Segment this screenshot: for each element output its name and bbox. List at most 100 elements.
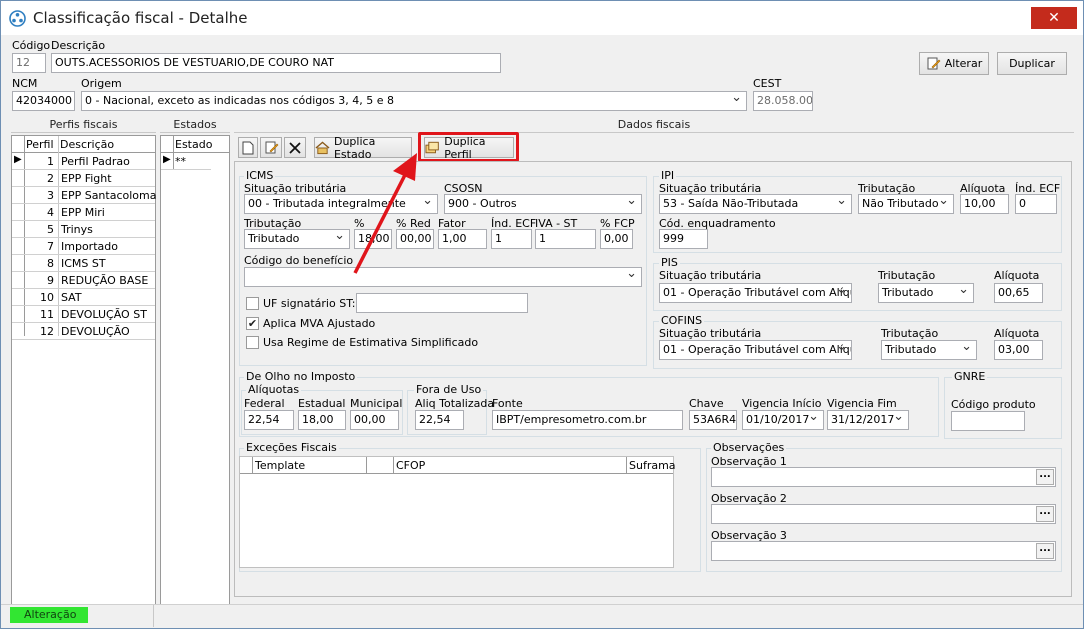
- codigo-label: Código: [12, 39, 51, 52]
- fator-field[interactable]: 1,00: [438, 229, 487, 249]
- cofins-title: COFINS: [659, 314, 705, 327]
- obs3-ellipsis-button[interactable]: ...: [1036, 543, 1054, 559]
- municipal-field[interactable]: 00,00: [350, 410, 399, 430]
- delete-button[interactable]: [284, 137, 306, 158]
- vig-ini-select[interactable]: 01/10/2017: [742, 410, 824, 430]
- aliquotas-title: Alíquotas: [246, 383, 302, 396]
- perfil-desc: DEVOLUÇÃO ST: [61, 308, 147, 321]
- new-doc-button[interactable]: [238, 137, 258, 158]
- estadual-field[interactable]: 18,00: [298, 410, 346, 430]
- alterar-label: Alterar: [944, 57, 983, 70]
- csosn-select[interactable]: 900 - Outros: [444, 194, 642, 214]
- obs2-ellipsis-button[interactable]: ...: [1036, 506, 1054, 522]
- perfis-col-descricao[interactable]: Descrição: [60, 138, 114, 151]
- perfil-row[interactable]: 8 ICMS ST: [12, 255, 155, 272]
- ncm-field[interactable]: 42034000: [12, 91, 75, 111]
- icms-ind-ecf-field[interactable]: 1: [491, 229, 532, 249]
- uf-sig-checkbox[interactable]: [246, 297, 259, 310]
- cofins-sit-select[interactable]: 01 - Operação Tributável com Alíqu: [659, 340, 852, 360]
- federal-field[interactable]: 22,54: [244, 410, 294, 430]
- col-cfop[interactable]: CFOP: [396, 459, 425, 472]
- pis-trib-select[interactable]: Tributado: [878, 283, 974, 303]
- gnre-codigo-field[interactable]: [951, 411, 1025, 431]
- edit-doc-icon: [927, 57, 941, 70]
- enq-field[interactable]: 999: [659, 229, 708, 249]
- obs1-field[interactable]: [711, 467, 1056, 487]
- perfil-desc: Perfil Padrao: [61, 155, 130, 168]
- obs2-field[interactable]: [711, 504, 1056, 524]
- estados-grid: Estado ▶ **: [160, 135, 230, 605]
- cest-field[interactable]: 28.058.00: [753, 91, 813, 111]
- regime-checkbox[interactable]: [246, 336, 259, 349]
- pis-sit-select[interactable]: 01 - Operação Tributável com Alíqu: [659, 283, 852, 303]
- alterar-button[interactable]: Alterar: [919, 52, 989, 75]
- excecoes-grid: Template CFOP Suframa: [239, 456, 676, 568]
- obs1-ellipsis-button[interactable]: ...: [1036, 469, 1054, 485]
- obs3-field[interactable]: [711, 541, 1056, 561]
- close-button[interactable]: ✕: [1031, 7, 1077, 29]
- estados-title: Estados: [160, 118, 230, 133]
- col-suframa[interactable]: Suframa: [629, 459, 676, 472]
- ipi-ind-ecf-field[interactable]: 0: [1015, 194, 1057, 214]
- iva-st-field[interactable]: 1: [535, 229, 596, 249]
- vig-fim-label: Vigencia Fim: [827, 397, 897, 410]
- ipi-aliq-field[interactable]: 10,00: [960, 194, 1009, 214]
- aliq-total-field[interactable]: 22,54: [415, 410, 464, 430]
- vig-fim-select[interactable]: 31/12/2017: [827, 410, 909, 430]
- perfil-row[interactable]: ▶ 1 Perfil Padrao: [12, 153, 155, 170]
- fcp-field[interactable]: 0,00: [600, 229, 633, 249]
- olho-title: De Olho no Imposto: [244, 370, 358, 383]
- codigo-field[interactable]: 12: [12, 53, 46, 73]
- perfil-desc: ICMS ST: [61, 257, 106, 270]
- title-bar: Classificação fiscal - Detalhe ✕: [1, 1, 1083, 35]
- perfil-desc: DEVOLUÇÃO: [61, 325, 130, 338]
- ipi-sit-select[interactable]: 53 - Saída Não-Tributada: [659, 194, 852, 214]
- fonte-label: Fonte: [492, 397, 523, 410]
- duplicar-button[interactable]: Duplicar: [997, 52, 1067, 75]
- perfil-row[interactable]: 7 Importado: [12, 238, 155, 255]
- perfil-num: 4: [47, 206, 54, 219]
- status-mode-badge: Alteração: [10, 607, 88, 623]
- col-template[interactable]: Template: [255, 459, 305, 472]
- perfis-col-perfil[interactable]: Perfil: [26, 138, 54, 151]
- perfil-row[interactable]: 2 EPP Fight: [12, 170, 155, 187]
- descricao-field[interactable]: OUTS.ACESSORIOS DE VESTUARIO,DE COURO NA…: [51, 53, 501, 73]
- perfil-row[interactable]: 3 EPP Santacoloma: [12, 187, 156, 204]
- municipal-label: Municipal: [350, 397, 403, 410]
- origem-select[interactable]: 0 - Nacional, exceto as indicadas nos có…: [81, 91, 747, 111]
- federal-label: Federal: [244, 397, 285, 410]
- uf-sig-field[interactable]: [356, 293, 528, 313]
- mva-label: Aplica MVA Ajustado: [263, 317, 376, 330]
- ipi-trib-select[interactable]: Não Tributado: [858, 194, 954, 214]
- cofins-trib-select[interactable]: Tributado: [881, 340, 977, 360]
- estados-row[interactable]: ▶ **: [161, 153, 211, 170]
- perfil-row[interactable]: 11 DEVOLUÇÃO ST: [12, 306, 155, 323]
- perfil-row[interactable]: 12 DEVOLUÇÃO: [12, 323, 155, 340]
- pis-sit-label: Situação tributária: [659, 269, 762, 282]
- perfil-num: 8: [47, 257, 54, 270]
- dados-title: Dados fiscais: [234, 118, 1074, 133]
- perfil-row[interactable]: 5 Trinys: [12, 221, 155, 238]
- perfil-row[interactable]: 4 EPP Miri: [12, 204, 155, 221]
- edit-doc-button[interactable]: [260, 137, 282, 158]
- beneficio-select[interactable]: [244, 267, 642, 287]
- gnre-codigo-label: Código produto: [951, 398, 1036, 411]
- icms-trib-select[interactable]: Tributado: [244, 229, 350, 249]
- fonte-field[interactable]: IBPT/empresometro.com.br: [492, 410, 683, 430]
- perfil-num: 9: [47, 274, 54, 287]
- pis-aliq-field[interactable]: 00,65: [994, 283, 1043, 303]
- cofins-aliq-field[interactable]: 03,00: [994, 340, 1043, 360]
- perfil-row[interactable]: 10 SAT: [12, 289, 155, 306]
- ipi-title: IPI: [659, 169, 677, 182]
- mva-checkbox[interactable]: ✔: [246, 317, 259, 330]
- perfil-num: 1: [47, 155, 54, 168]
- cofins-trib-label: Tributação: [881, 327, 939, 340]
- chave-field[interactable]: 53A6R4: [689, 410, 737, 430]
- cofins-aliq-label: Alíquota: [994, 327, 1040, 340]
- perfil-num: 7: [47, 240, 54, 253]
- estados-col-estado[interactable]: Estado: [175, 138, 212, 151]
- perfil-desc: REDUÇÃO BASE: [61, 274, 149, 287]
- perfil-num: 5: [47, 223, 54, 236]
- perfil-num: 3: [47, 189, 54, 202]
- perfil-row[interactable]: 9 REDUÇÃO BASE: [12, 272, 155, 289]
